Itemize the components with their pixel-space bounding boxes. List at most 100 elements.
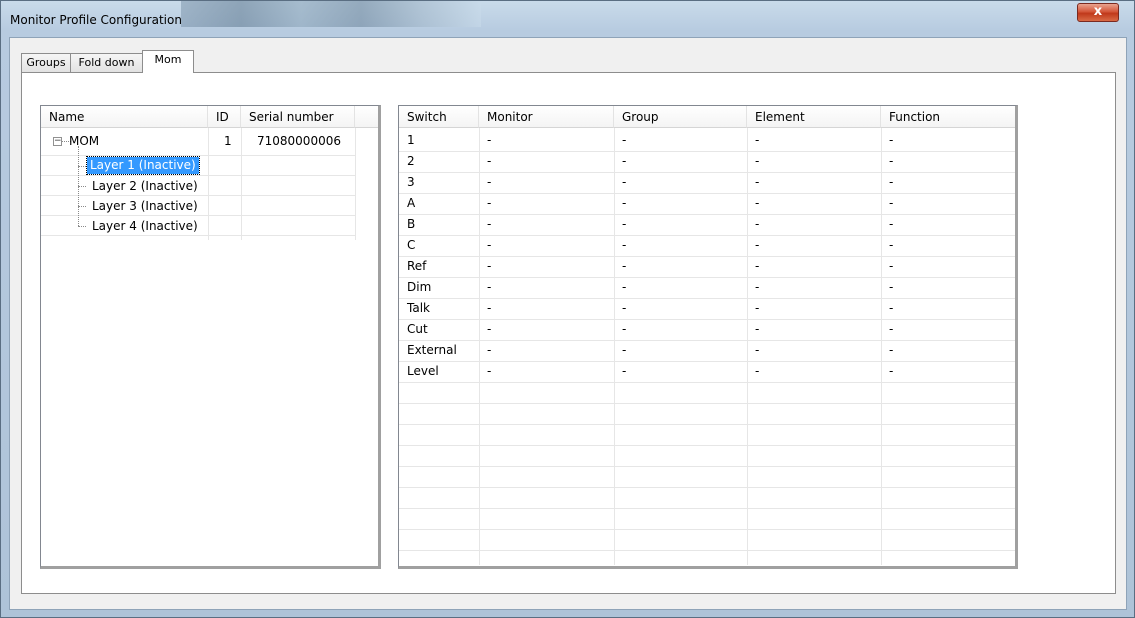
- monitor-value[interactable]: -: [479, 361, 491, 382]
- group-value[interactable]: -: [614, 130, 626, 151]
- element-value[interactable]: -: [747, 235, 759, 256]
- element-value[interactable]: -: [747, 130, 759, 151]
- function-value[interactable]: -: [881, 214, 893, 235]
- tab-fold-down[interactable]: Fold down: [70, 53, 143, 72]
- element-value[interactable]: -: [747, 319, 759, 340]
- grid-line: [208, 128, 209, 240]
- monitor-value[interactable]: -: [479, 193, 491, 214]
- tab-groups[interactable]: Groups: [21, 53, 71, 72]
- title-bar-background: [181, 1, 481, 27]
- function-value[interactable]: -: [881, 298, 893, 319]
- monitor-value[interactable]: -: [479, 214, 491, 235]
- column-header-switch[interactable]: Switch: [399, 106, 479, 128]
- tree-node-layer-3[interactable]: Layer 3 (Inactive): [84, 196, 198, 216]
- monitor-value[interactable]: -: [479, 319, 491, 340]
- group-value[interactable]: -: [614, 235, 626, 256]
- switch-name: 1: [407, 133, 415, 147]
- switch-name: A: [407, 196, 416, 210]
- grid-line: [41, 155, 355, 156]
- function-value[interactable]: -: [881, 340, 893, 361]
- column-header-filler: [355, 106, 378, 128]
- monitor-value[interactable]: -: [479, 235, 491, 256]
- monitor-value[interactable]: -: [479, 340, 491, 361]
- group-value[interactable]: -: [614, 277, 626, 298]
- title-bar[interactable]: Monitor Profile Configuration x: [1, 1, 1134, 37]
- column-header-group[interactable]: Group: [614, 106, 747, 128]
- table-row[interactable]: 1 - - - -: [399, 130, 1015, 151]
- monitor-value[interactable]: -: [479, 151, 491, 172]
- table-row[interactable]: B - - - -: [399, 214, 1015, 235]
- function-value[interactable]: -: [881, 361, 893, 382]
- monitor-value[interactable]: -: [479, 277, 491, 298]
- table-row[interactable]: 2 - - - -: [399, 151, 1015, 172]
- element-value[interactable]: -: [747, 172, 759, 193]
- column-header-name[interactable]: Name: [41, 106, 208, 128]
- element-value[interactable]: -: [747, 193, 759, 214]
- element-value[interactable]: -: [747, 340, 759, 361]
- group-value[interactable]: -: [614, 361, 626, 382]
- column-header-serial[interactable]: Serial number: [241, 106, 355, 128]
- function-value[interactable]: -: [881, 319, 893, 340]
- tree-node-layer-2[interactable]: Layer 2 (Inactive): [84, 176, 198, 196]
- device-serial-number: 71080000006: [257, 134, 341, 148]
- device-tree-list[interactable]: Name ID Serial number − MOM 1 7108000000…: [40, 105, 381, 569]
- monitor-value[interactable]: -: [479, 172, 491, 193]
- grid-line: [241, 128, 242, 240]
- monitor-value[interactable]: -: [479, 256, 491, 277]
- monitor-value[interactable]: -: [479, 298, 491, 319]
- table-row[interactable]: C - - - -: [399, 235, 1015, 256]
- window-title: Monitor Profile Configuration: [10, 13, 182, 27]
- tree-node-mom[interactable]: MOM: [61, 131, 99, 151]
- table-row[interactable]: 3 - - - -: [399, 172, 1015, 193]
- app-window: Monitor Profile Configuration x Groups F…: [0, 0, 1135, 618]
- grid-line: [399, 508, 1015, 509]
- tree-node-layer-4[interactable]: Layer 4 (Inactive): [84, 216, 198, 236]
- column-header-function[interactable]: Function: [881, 106, 1015, 128]
- function-value[interactable]: -: [881, 172, 893, 193]
- table-row[interactable]: Dim - - - -: [399, 277, 1015, 298]
- element-value[interactable]: -: [747, 361, 759, 382]
- table-row[interactable]: Ref - - - -: [399, 256, 1015, 277]
- group-value[interactable]: -: [614, 340, 626, 361]
- function-value[interactable]: -: [881, 256, 893, 277]
- group-value[interactable]: -: [614, 298, 626, 319]
- switch-name: Cut: [407, 322, 428, 336]
- group-value[interactable]: -: [614, 214, 626, 235]
- column-header-monitor[interactable]: Monitor: [479, 106, 614, 128]
- table-row[interactable]: A - - - -: [399, 193, 1015, 214]
- group-value[interactable]: -: [614, 172, 626, 193]
- table-row[interactable]: Cut - - - -: [399, 319, 1015, 340]
- grid-line: [399, 403, 1015, 404]
- element-value[interactable]: -: [747, 298, 759, 319]
- function-value[interactable]: -: [881, 235, 893, 256]
- close-button[interactable]: x: [1077, 3, 1119, 22]
- table-row[interactable]: External - - - -: [399, 340, 1015, 361]
- element-value[interactable]: -: [747, 277, 759, 298]
- group-value[interactable]: -: [614, 193, 626, 214]
- grid-line: [399, 466, 1015, 467]
- element-value[interactable]: -: [747, 151, 759, 172]
- switch-assignment-grid[interactable]: Switch Monitor Group Element Function 1 …: [398, 105, 1018, 569]
- grid-line: [399, 529, 1015, 530]
- tree-node-layer-1[interactable]: Layer 1 (Inactive): [86, 156, 200, 175]
- table-row[interactable]: Talk - - - -: [399, 298, 1015, 319]
- grid-line: [399, 550, 1015, 551]
- monitor-value[interactable]: -: [479, 130, 491, 151]
- switch-name: 2: [407, 154, 415, 168]
- element-value[interactable]: -: [747, 256, 759, 277]
- switch-name: Talk: [407, 301, 430, 315]
- switch-name: External: [407, 343, 457, 357]
- table-row[interactable]: Level - - - -: [399, 361, 1015, 382]
- switch-name: C: [407, 238, 416, 252]
- group-value[interactable]: -: [614, 319, 626, 340]
- column-header-id[interactable]: ID: [208, 106, 241, 128]
- element-value[interactable]: -: [747, 214, 759, 235]
- group-value[interactable]: -: [614, 151, 626, 172]
- function-value[interactable]: -: [881, 193, 893, 214]
- group-value[interactable]: -: [614, 256, 626, 277]
- function-value[interactable]: -: [881, 277, 893, 298]
- function-value[interactable]: -: [881, 151, 893, 172]
- function-value[interactable]: -: [881, 130, 893, 151]
- tab-mom[interactable]: Mom: [142, 50, 194, 73]
- column-header-element[interactable]: Element: [747, 106, 881, 128]
